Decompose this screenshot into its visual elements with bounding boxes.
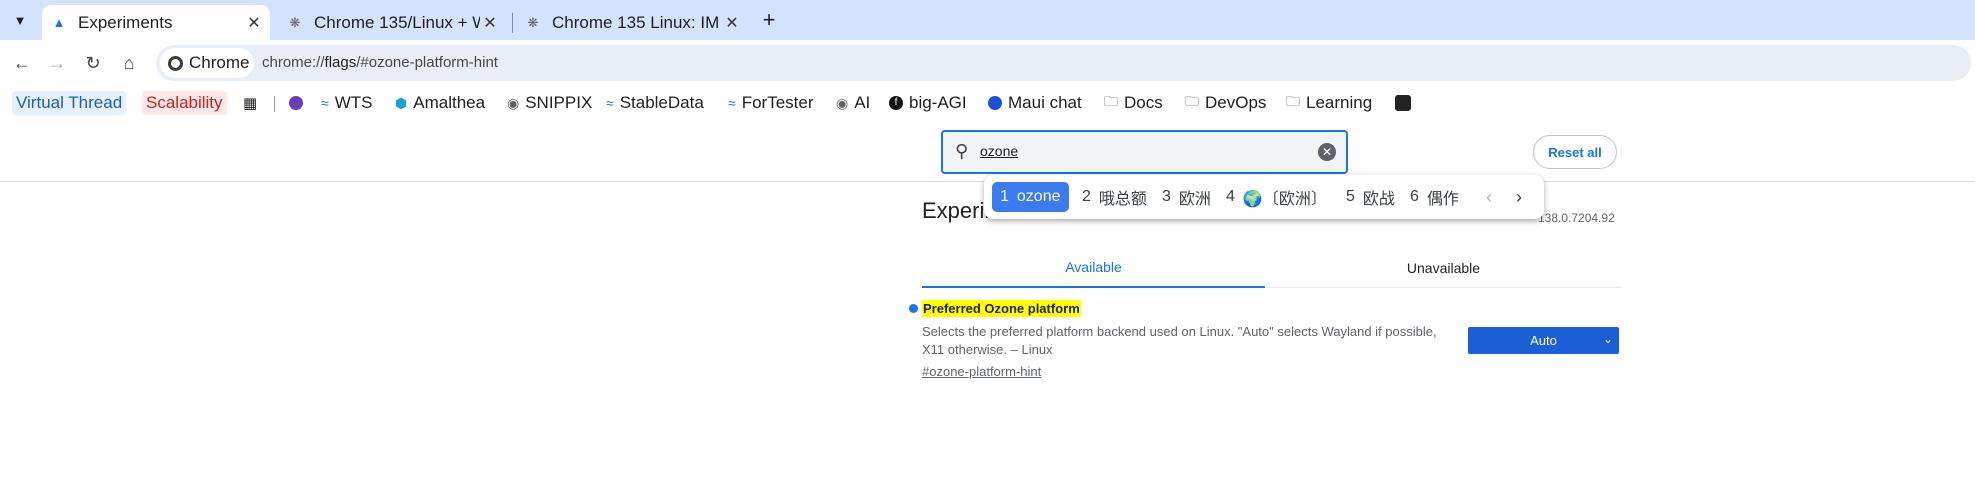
tab-unavailable[interactable]: Unavailable [1265,248,1622,288]
experiment-name: Preferred Ozone platform [922,300,1081,317]
url-text[interactable]: chrome://flags/#ozone-platform-hint [262,54,498,71]
chevron-left-icon: ‹ [1486,186,1492,207]
arrow-right-icon: → [48,52,66,73]
chevron-right-icon: › [1516,186,1522,207]
orb-icon [289,96,303,110]
github-icon [1395,95,1411,111]
ime-candidate-4[interactable]: 4 🌍〔欧洲〕 [1226,182,1327,212]
tab-separator [512,13,513,33]
experiment-description: Selects the preferred platform backend u… [922,324,1437,357]
site-info-chip[interactable]: Chrome [160,48,254,78]
ime-candidate-3[interactable]: 3 欧洲 [1162,182,1211,212]
sap-icon: ≈ [728,95,736,111]
reset-all-button[interactable]: Reset all [1533,135,1617,169]
bookmark-folder-docs[interactable]: 🗀 Docs [1104,91,1163,115]
bookmark-virtual-thread[interactable]: Virtual Thread [12,91,127,115]
bookmark-folder-devops[interactable]: 🗀 DevOps [1185,91,1266,115]
ime-candidate-popup: 1 ozone 2 哦总额 3 欧洲 4 🌍〔欧洲〕 5 欧战 6 偶作 ‹ › [984,175,1544,219]
home-icon: ⌂ [123,52,135,73]
bookmark-github[interactable] [1395,91,1411,115]
clear-search-icon[interactable]: ✕ [1318,143,1336,161]
arrow-left-icon: ← [13,52,31,73]
ime-next-page-button[interactable]: › [1516,182,1522,212]
bookmark-separator [274,96,275,112]
new-tab-button[interactable]: + [756,7,782,33]
bug-icon: ❋ [289,14,301,30]
experiment-permalink[interactable]: #ozone-platform-hint [922,364,1041,379]
bookmark-big-agi[interactable]: f big-AGI [889,91,967,115]
ime-candidate-1[interactable]: 1 ozone [992,182,1069,212]
apps-grid-icon: ▦ [243,95,258,112]
forward-button[interactable]: → [42,48,72,78]
toolbar: ← → ↻ ⌂ Chrome chrome://flags/#ozone-pla… [0,40,1975,86]
plus-icon: + [762,7,776,32]
bookmark-scalability[interactable]: Scalability [142,91,227,115]
flags-header: ⚲ ozone ✕ Reset all [0,126,1975,182]
chat-icon [988,96,1002,110]
tab-experiments[interactable]: ▲ Experiments ✕ [42,5,270,40]
flask-icon: ▲ [52,15,66,30]
flags-search-box[interactable]: ⚲ ozone ✕ [941,130,1348,174]
back-button[interactable]: ← [7,48,37,78]
bookmarks-bar: Virtual Thread Scalability ▦ ≈ WTS ⬢ Amalt… [0,86,1975,120]
ime-candidate-2[interactable]: 2 哦总额 [1082,182,1147,212]
sap-icon: ≈ [321,95,329,111]
ime-prev-page-button[interactable]: ‹ [1486,182,1492,212]
bookmark-maui-chat[interactable]: Maui chat [988,91,1082,115]
tab-chrome-135-linux-im[interactable]: ❋ Chrome 135 Linux: IM ✕ [520,5,746,40]
chrome-version: 138.0.7204.92 [1538,211,1615,225]
modified-indicator-dot [909,304,918,313]
bookmark-ai[interactable]: ◉ AI [836,91,870,115]
ime-candidate-5[interactable]: 5 欧战 [1346,182,1395,212]
apps-button[interactable]: ▦ [243,91,257,115]
reload-icon: ↻ [85,52,101,73]
folder-icon: 🗀 [1185,93,1199,109]
tab-chrome-135-linux-w[interactable]: ❋ Chrome 135/Linux + W ✕ [282,5,504,40]
close-icon[interactable]: ✕ [244,13,264,33]
globe-icon: ◉ [507,94,520,111]
reload-button[interactable]: ↻ [78,48,108,78]
close-icon[interactable]: ✕ [722,13,742,33]
bookmark-amalthea[interactable]: ⬢ Amalthea [395,91,485,115]
address-bar[interactable]: Chrome chrome://flags/#ozone-platform-hi… [156,45,1971,81]
bookmark-wts[interactable]: ≈ WTS [321,91,372,115]
bug-icon: ❋ [527,14,539,30]
home-button[interactable]: ⌂ [114,48,144,78]
circle-f-icon: f [889,96,903,110]
folder-icon: 🗀 [1104,93,1118,109]
tab-available[interactable]: Available [922,248,1265,288]
bookmark-fortester[interactable]: ≈ ForTester [728,91,813,115]
tab-strip: ▼ ▲ Experiments ✕ ❋ Chrome 135/Linux + W… [0,0,1975,40]
ime-candidate-6[interactable]: 6 偶作 [1410,182,1459,212]
close-icon[interactable]: ✕ [480,13,500,33]
bookmark-folder-learning[interactable]: 🗀 Learning [1286,91,1372,115]
search-input[interactable]: ozone [980,143,1018,159]
chevron-down-icon: ▼ [13,12,27,28]
chevron-down-icon: ⌄ [1602,332,1613,346]
bookmark-snippix[interactable]: ◉ SNIPPIX [507,91,592,115]
cube-icon: ⬢ [395,94,408,111]
bookmark-favicon-only[interactable] [289,91,303,115]
globe-icon: ◉ [836,94,849,111]
sap-icon: ≈ [606,95,614,111]
tab-search-button[interactable]: ▼ [7,7,33,33]
folder-icon: 🗀 [1286,93,1300,109]
experiment-option-select[interactable]: Auto ⌄ [1468,327,1619,354]
bookmark-stabledata[interactable]: ≈ StableData [606,91,704,115]
search-icon: ⚲ [955,141,969,161]
chrome-logo-icon [168,55,183,71]
